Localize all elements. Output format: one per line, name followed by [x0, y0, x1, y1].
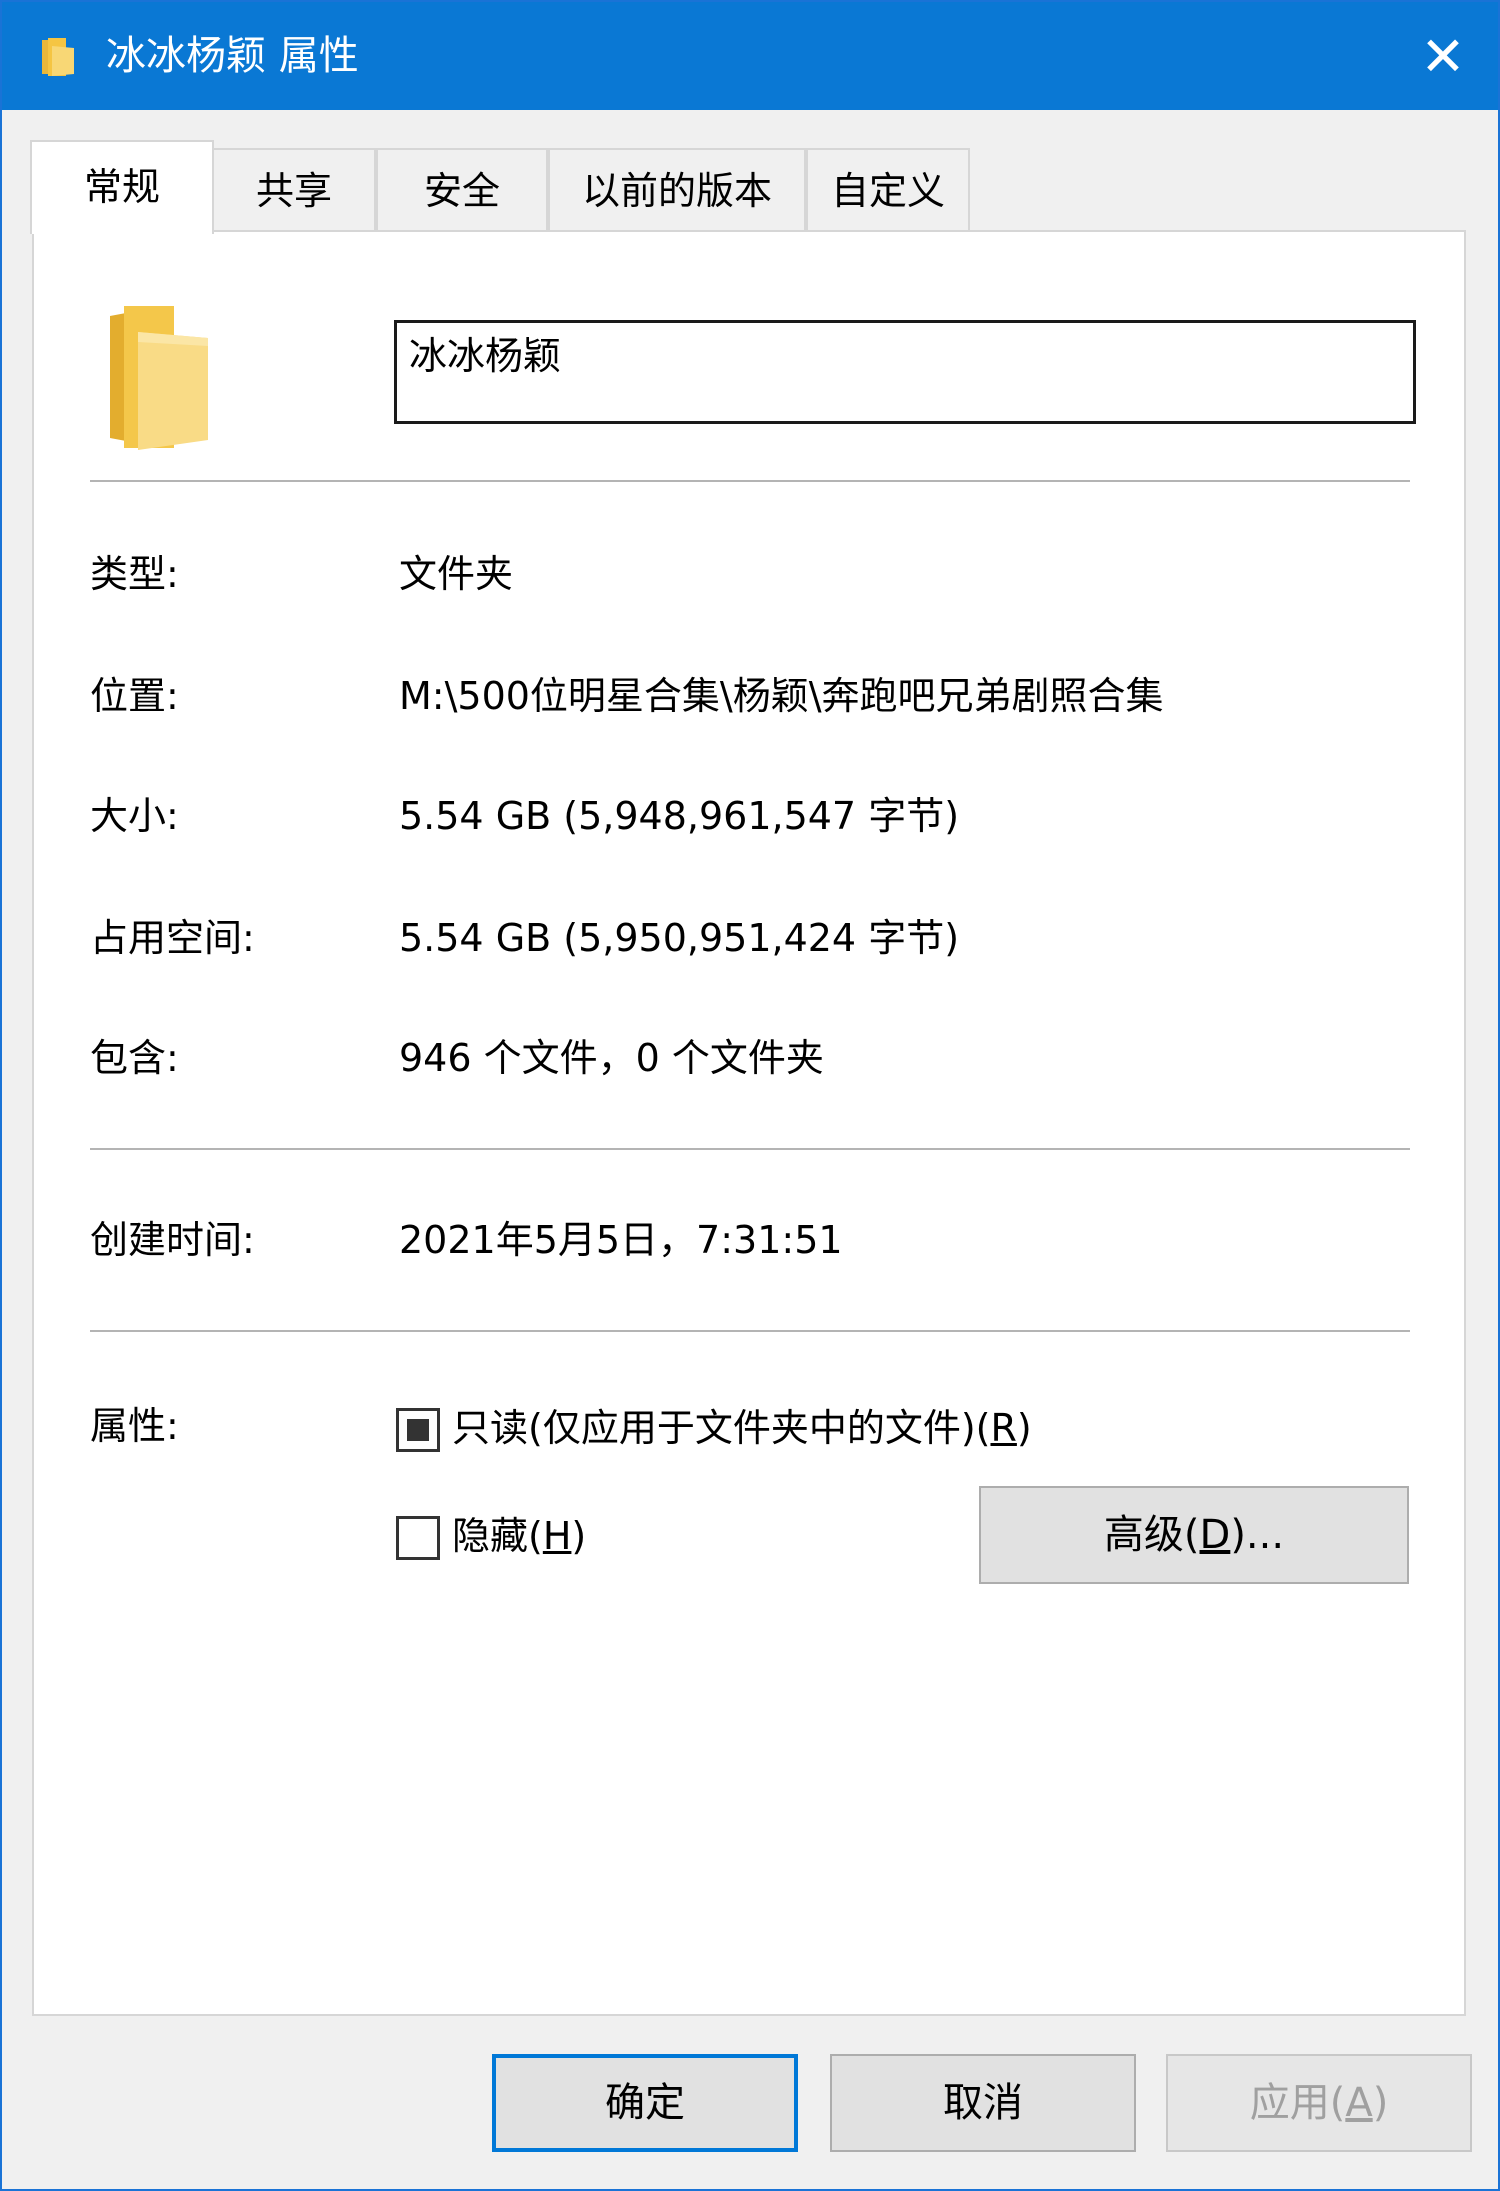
type-value: 文件夹: [399, 552, 514, 596]
separator: [90, 1330, 1410, 1332]
advanced-suffix: )...: [1230, 1512, 1285, 1558]
cancel-label: 取消: [943, 2080, 1023, 2126]
tab-label: 以前的版本: [581, 169, 772, 213]
separator: [90, 480, 1410, 482]
folder-name-input[interactable]: [394, 320, 1416, 424]
readonly-label-suffix: ): [1016, 1406, 1032, 1450]
apply-label: 应用(: [1249, 2080, 1346, 2126]
type-label: 类型:: [90, 552, 179, 596]
disk-size-label: 占用空间:: [90, 916, 255, 960]
separator: [90, 1148, 1410, 1150]
location-value: M:\500位明星合集\杨颖\奔跑吧兄弟剧照合集: [399, 674, 1164, 718]
size-value: 5.54 GB (5,948,961,547 字节): [399, 794, 960, 838]
created-label: 创建时间:: [90, 1218, 255, 1262]
hidden-accesskey: H: [542, 1514, 572, 1558]
close-icon: ✕: [1420, 24, 1466, 88]
tab-sharing[interactable]: 共享: [212, 148, 376, 230]
tab-label: 常规: [83, 165, 160, 209]
ok-button[interactable]: 确定: [492, 2054, 798, 2152]
tab-previous-versions[interactable]: 以前的版本: [548, 148, 806, 230]
advanced-accesskey: D: [1199, 1512, 1231, 1558]
window-title: 冰冰杨颖 属性: [106, 33, 359, 79]
tab-label: 自定义: [830, 169, 945, 213]
ok-label: 确定: [605, 2080, 685, 2126]
general-tab-panel: 类型: 文件夹 位置: M:\500位明星合集\杨颖\奔跑吧兄弟剧照合集 大小:…: [32, 230, 1466, 2016]
tab-general[interactable]: 常规: [30, 140, 214, 234]
attributes-label: 属性:: [90, 1404, 179, 1448]
contains-value: 946 个文件，0 个文件夹: [399, 1036, 824, 1080]
tab-label: 共享: [255, 169, 332, 213]
hidden-checkbox[interactable]: [396, 1516, 440, 1560]
apply-suffix: ): [1372, 2080, 1389, 2126]
readonly-label[interactable]: 只读(仅应用于文件夹中的文件)(R): [452, 1398, 1032, 1458]
location-label: 位置:: [90, 674, 179, 718]
title-bar[interactable]: 冰冰杨颖 属性 ✕: [2, 2, 1498, 110]
folder-icon: [110, 306, 208, 450]
apply-button[interactable]: 应用(A): [1166, 2054, 1472, 2152]
readonly-accesskey: R: [990, 1406, 1017, 1450]
hidden-label[interactable]: 隐藏(H): [452, 1506, 586, 1566]
apply-accesskey: A: [1345, 2080, 1373, 2126]
advanced-button[interactable]: 高级(D)...: [979, 1486, 1409, 1584]
tab-label: 安全: [423, 169, 500, 213]
disk-size-value: 5.54 GB (5,950,951,424 字节): [399, 916, 960, 960]
tab-customize[interactable]: 自定义: [806, 148, 970, 230]
close-button[interactable]: ✕: [1388, 2, 1498, 110]
folder-icon: [42, 38, 74, 76]
hidden-label-text: 隐藏(: [452, 1514, 543, 1558]
created-value: 2021年5月5日，7:31:51: [399, 1218, 843, 1262]
contains-label: 包含:: [90, 1036, 179, 1080]
readonly-checkbox[interactable]: [396, 1408, 440, 1452]
size-label: 大小:: [90, 794, 179, 838]
cancel-button[interactable]: 取消: [830, 2054, 1136, 2152]
properties-dialog: 冰冰杨颖 属性 ✕ 常规 共享 安全 以前的版本 自定义 类型: 文件夹 位置:…: [0, 0, 1500, 2191]
readonly-label-text: 只读(仅应用于文件夹中的文件)(: [452, 1406, 991, 1450]
hidden-label-suffix: ): [571, 1514, 587, 1558]
advanced-label: 高级(: [1103, 1512, 1200, 1558]
tab-security[interactable]: 安全: [376, 148, 548, 230]
